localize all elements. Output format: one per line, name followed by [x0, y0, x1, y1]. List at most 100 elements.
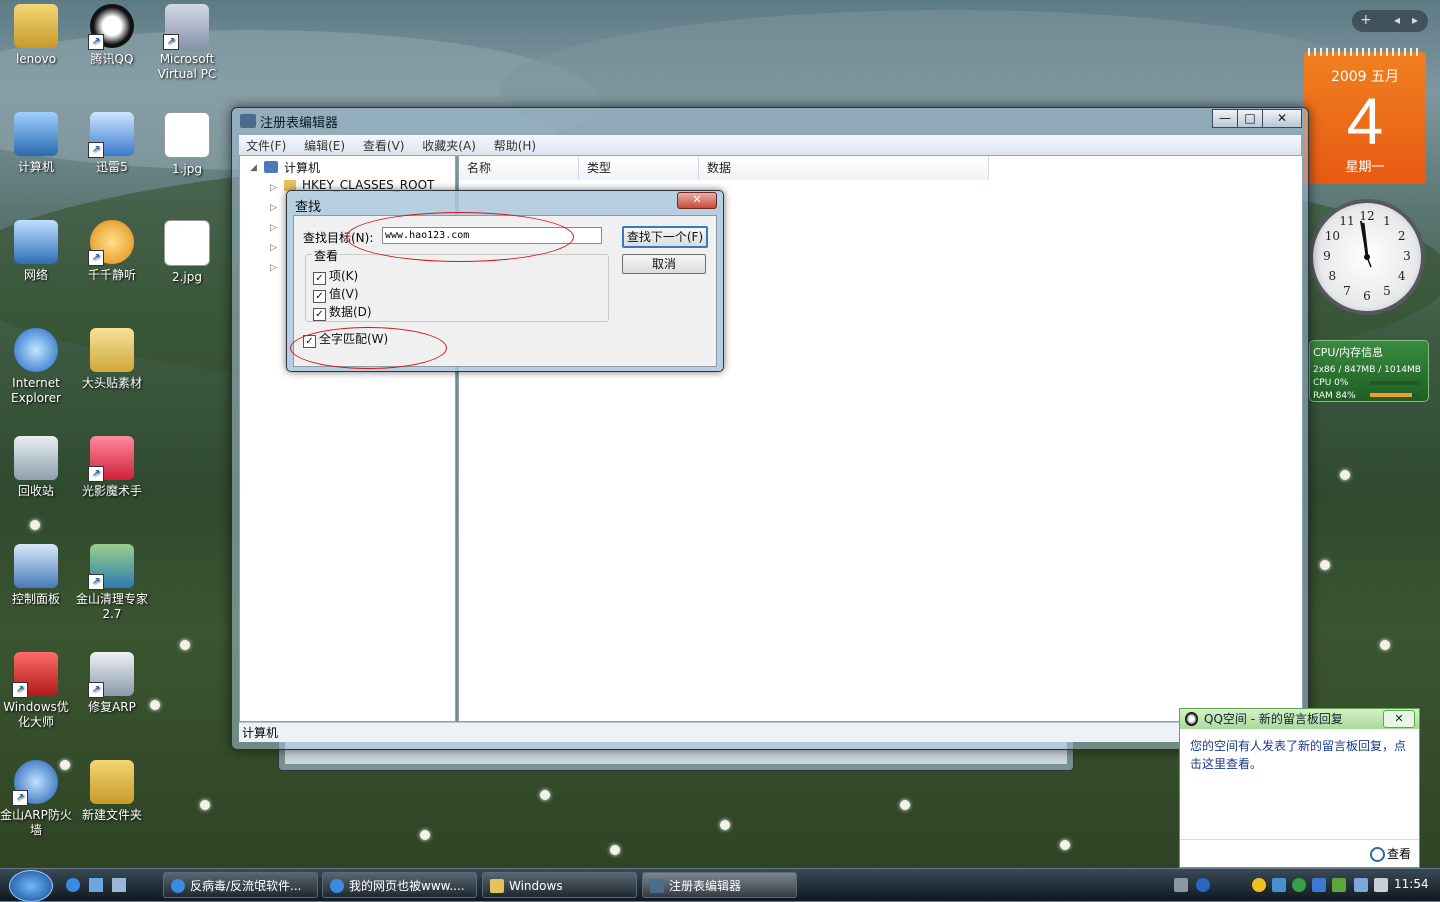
taskbar-clock[interactable]: 11:54: [1394, 877, 1429, 891]
desktop-icon-ie[interactable]: Internet Explorer: [0, 328, 74, 406]
dialog-close-button[interactable]: ✕: [677, 192, 717, 209]
expand-icon[interactable]: ▷: [270, 203, 277, 213]
taskbar-button-windows-folder[interactable]: Windows: [482, 872, 637, 898]
column-header-name[interactable]: 名称: [459, 156, 579, 180]
expand-icon[interactable]: ▷: [270, 223, 277, 233]
menu-help[interactable]: 帮助(H): [487, 135, 543, 156]
desktop-icon-label: lenovo: [15, 52, 57, 66]
qq-notification[interactable]: QQ空间 - 新的留言板回复 ✕ 您的空间有人发表了新的留言板回复，点击这里查看…: [1179, 708, 1420, 868]
quicklaunch-ie-icon[interactable]: [66, 878, 80, 892]
desktop-icon-datietie[interactable]: 大头贴素材: [74, 328, 150, 391]
image-file-icon: [164, 112, 210, 158]
desktop-icon-label: 1.jpg: [171, 162, 203, 176]
window-title: 注册表编辑器: [260, 116, 339, 131]
desktop-icon-xunlei[interactable]: ↗ 迅雷5: [74, 112, 150, 175]
cancel-button[interactable]: 取消: [622, 254, 706, 274]
quicklaunch-desktop-icon[interactable]: [89, 878, 103, 892]
calendar-gadget[interactable]: 2009 五月 4 星期一: [1304, 48, 1426, 184]
desktop-icon-arp-firewall[interactable]: ↗ 金山ARP防火墙: [0, 760, 74, 838]
sidebar-next-button[interactable]: ▸: [1412, 13, 1418, 27]
menu-favorites[interactable]: 收藏夹(A): [415, 135, 483, 156]
taskbar-button-regedit[interactable]: 注册表编辑器: [642, 872, 797, 898]
qq-tray-icon[interactable]: [1252, 878, 1266, 892]
ram-usage-text: RAM 84%: [1313, 391, 1356, 401]
sidebar-add-button[interactable]: +: [1360, 12, 1372, 28]
desktop-icon-2jpg[interactable]: 2.jpg: [149, 220, 225, 285]
desktop-icon-windows-master[interactable]: ↗ Windows优化大师: [0, 652, 74, 730]
quicklaunch-switch-icon[interactable]: [112, 878, 126, 892]
desktop-icon-fix-arp[interactable]: ↗ 修复ARP: [74, 652, 150, 715]
desktop-icon-nikon[interactable]: ↗ 光影魔术手: [74, 436, 150, 499]
desktop-icon-label: Windows优化大师: [3, 700, 69, 729]
desktop-icon-network[interactable]: 网络: [0, 220, 74, 283]
tree-node-computer[interactable]: 计算机: [284, 159, 320, 176]
network-icon: [14, 220, 58, 264]
desktop-icon-recycle-bin[interactable]: 回收站: [0, 436, 74, 499]
desktop-icon-label: 金山清理专家 2.7: [75, 592, 148, 621]
checkbox-mark[interactable]: ✓: [313, 308, 326, 321]
desktop-icon-lenovo[interactable]: lenovo: [0, 4, 74, 67]
expand-icon[interactable]: ▷: [270, 243, 277, 253]
help-icon[interactable]: [1196, 878, 1210, 892]
desktop-icon-virtual-pc[interactable]: ↗ Microsoft Virtual PC: [149, 4, 225, 82]
clock-numeral: 7: [1343, 283, 1351, 298]
check-tray-icon[interactable]: [1332, 878, 1346, 892]
cpu-usage-bar: [1370, 381, 1420, 385]
clock-gadget[interactable]: 12 1 2 3 4 5 6 7 8 9 10 11: [1309, 199, 1425, 315]
clock-numeral: 12: [1359, 209, 1375, 223]
globe-tray-icon[interactable]: [1292, 878, 1306, 892]
sidebar-prev-button[interactable]: ◂: [1394, 13, 1400, 27]
look-at-option-checkbox[interactable]: ✓ 值(V): [313, 285, 359, 303]
keyboard-icon[interactable]: [1174, 878, 1188, 892]
clock-numeral: 8: [1328, 269, 1337, 283]
desktop-icon-label: 回收站: [17, 484, 54, 498]
look-at-option-checkbox[interactable]: ✓ 项(K): [313, 267, 358, 285]
column-header-type[interactable]: 类型: [579, 156, 699, 180]
find-next-button[interactable]: 查找下一个(F): [622, 226, 708, 248]
desktop-icon-ttplayer[interactable]: ↗ 千千静听: [74, 220, 150, 283]
collapse-icon[interactable]: ◢: [250, 163, 257, 173]
desktop-icon-label: 控制面板: [11, 592, 60, 606]
qq-notification-message[interactable]: 您的空间有人发表了新的留言板回复，点击这里查看。: [1190, 737, 1412, 773]
expand-icon[interactable]: ▷: [270, 263, 277, 273]
checkbox-mark[interactable]: ✓: [313, 290, 326, 303]
desktop-icon-control-panel[interactable]: 控制面板: [0, 544, 74, 607]
shield-tray-icon[interactable]: [1312, 878, 1326, 892]
taskbar: 反病毒/反流氓软件... 我的网页也被www.... Windows 注册表编辑…: [0, 868, 1440, 902]
look-at-option-label: 值(V): [329, 287, 359, 301]
minimize-button[interactable]: —: [1212, 109, 1238, 128]
start-button[interactable]: [9, 870, 53, 902]
taskbar-button-antivirus[interactable]: 反病毒/反流氓软件...: [163, 872, 318, 898]
taskbar-button-webpage[interactable]: 我的网页也被www....: [322, 872, 477, 898]
column-header-data[interactable]: 数据: [699, 156, 989, 180]
cpu-memory-gadget[interactable]: CPU/内存信息 2x86 / 847MB / 1014MB CPU 0% RA…: [1309, 340, 1429, 402]
desktop-icon-qq[interactable]: ↗ 腾讯QQ: [74, 4, 150, 67]
menu-view[interactable]: 查看(V): [356, 135, 412, 156]
monitor-tray-icon[interactable]: [1272, 878, 1286, 892]
ie-icon: [330, 879, 344, 893]
network-tray-icon[interactable]: [1354, 878, 1368, 892]
desktop-icon-1jpg[interactable]: 1.jpg: [149, 112, 225, 177]
computer-icon: [264, 161, 278, 173]
desktop-icon-new-folder[interactable]: 新建文件夹: [74, 760, 150, 823]
desktop-icon-computer[interactable]: 计算机: [0, 112, 74, 175]
qq-notification-divider: [1180, 839, 1419, 840]
maximize-button[interactable]: □: [1237, 109, 1263, 128]
look-at-option-checkbox[interactable]: ✓ 数据(D): [313, 303, 372, 321]
photo-app-icon: ↗: [88, 436, 134, 482]
qq-view-link[interactable]: 查看: [1387, 845, 1411, 862]
checkbox-mark[interactable]: ✓: [313, 272, 326, 285]
clock-numeral: 10: [1324, 229, 1340, 243]
menu-edit[interactable]: 编辑(E): [297, 135, 352, 156]
expand-icon[interactable]: ▷: [270, 183, 277, 193]
desktop-icon-label: 网络: [23, 268, 48, 282]
regedit-icon: [650, 879, 664, 893]
ram-usage-bar: [1370, 393, 1420, 397]
desktop-icon-kingsoft-cleaner[interactable]: ↗ 金山清理专家 2.7: [74, 544, 150, 622]
sidebar-controls: + ◂ ▸: [1352, 10, 1428, 32]
ie-icon: [171, 879, 185, 893]
qq-close-button[interactable]: ✕: [1383, 710, 1415, 728]
menu-file[interactable]: 文件(F): [239, 135, 293, 156]
close-button[interactable]: ✕: [1262, 109, 1302, 128]
volume-icon[interactable]: [1374, 878, 1388, 892]
